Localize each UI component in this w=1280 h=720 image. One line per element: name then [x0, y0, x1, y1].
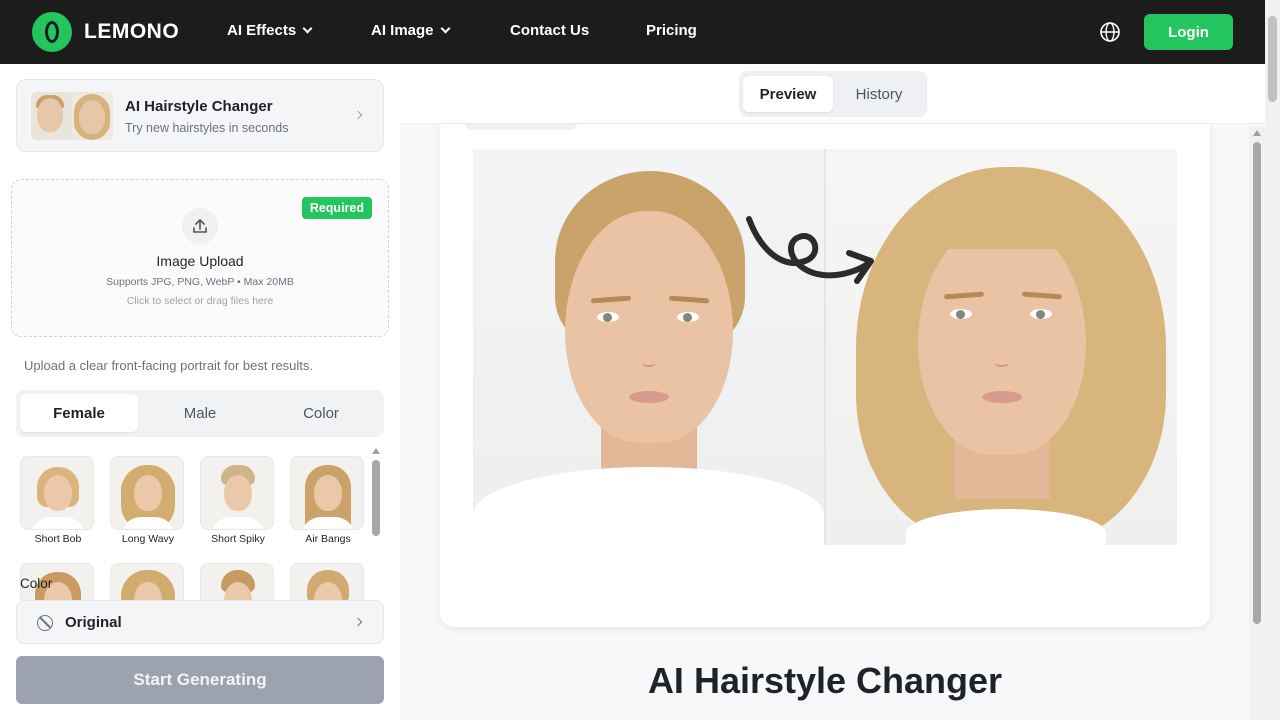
hairstyle-option[interactable]	[110, 563, 186, 600]
chevron-right-icon	[353, 110, 363, 120]
required-badge: Required	[301, 197, 372, 219]
after-portrait	[826, 149, 1177, 545]
preview-scrollbar-thumb[interactable]	[1253, 142, 1261, 624]
hairstyle-thumbnail	[200, 456, 274, 530]
hairstyle-thumbnail	[290, 563, 364, 600]
hairstyle-thumbnail	[110, 563, 184, 600]
preview-area: Preview History AI Hairstyle Changer	[400, 64, 1265, 720]
tool-thumbnail	[31, 92, 113, 140]
tool-title: AI Hairstyle Changer	[125, 98, 273, 115]
upload-tip: Upload a clear front-facing portrait for…	[24, 358, 314, 373]
before-portrait	[473, 149, 824, 545]
transform-arrow-icon	[746, 216, 874, 284]
hairstyle-scrollbar-thumb[interactable]	[372, 460, 380, 536]
image-upload-dropzone[interactable]: Required Image Upload Supports JPG, PNG,…	[11, 179, 389, 337]
hairstyle-label: Short Spiky	[211, 533, 265, 545]
chevron-down-icon	[302, 23, 313, 34]
nav-label: Pricing	[646, 22, 697, 39]
start-generating-button[interactable]: Start Generating	[16, 656, 384, 704]
hairstyle-option[interactable]: Air Bangs	[290, 456, 366, 545]
logo-icon	[32, 12, 72, 52]
hairstyle-scrollbar[interactable]	[372, 448, 380, 538]
hairstyle-thumbnail	[200, 563, 274, 600]
tab-female[interactable]: Female	[20, 394, 138, 432]
hairstyle-grid: Short Bob Long Wavy Short Spiky Air Bang…	[16, 452, 368, 600]
tab-preview[interactable]: Preview	[743, 76, 833, 112]
hairstyle-label: Short Bob	[34, 533, 82, 545]
upload-hint: Click to select or drag files here	[126, 295, 274, 307]
nav-label: AI Effects	[227, 22, 297, 39]
nav-contact-us[interactable]: Contact Us	[510, 22, 589, 39]
nav-ai-effects[interactable]: AI Effects	[227, 22, 313, 39]
tab-color[interactable]: Color	[262, 394, 380, 432]
scroll-up-arrow-icon[interactable]	[1253, 130, 1261, 136]
brand-name: LEMONO	[84, 20, 180, 43]
selected-color-label: Original	[65, 614, 122, 631]
hairstyle-thumbnail	[290, 456, 364, 530]
color-section-label: Color	[20, 576, 53, 591]
page-title: AI Hairstyle Changer	[647, 660, 1003, 701]
hairstyle-option[interactable]: Long Wavy	[110, 456, 186, 545]
globe-icon[interactable]	[1099, 21, 1121, 43]
login-button[interactable]: Login	[1144, 14, 1233, 50]
brand-logo[interactable]: LEMONO	[32, 12, 179, 52]
nav-label: AI Image	[371, 22, 434, 39]
chevron-down-icon	[440, 23, 450, 34]
hairstyle-option[interactable]: Short Bob	[20, 456, 96, 545]
hairstyle-label: Air Bangs	[305, 533, 351, 545]
style-category-tabs: Female Male Color	[16, 390, 384, 437]
left-panel: AI Hairstyle Changer Try new hairstyles …	[0, 64, 400, 720]
tab-history[interactable]: History	[834, 76, 924, 112]
scroll-up-arrow-icon[interactable]	[372, 448, 380, 454]
tool-subtitle: Try new hairstyles in seconds	[125, 121, 289, 135]
nav-ai-image[interactable]: AI Image	[371, 22, 450, 39]
hairstyle-option[interactable]	[290, 563, 366, 600]
nav-label: Contact Us	[510, 22, 590, 39]
hairstyle-option[interactable]: Short Spiky	[200, 456, 276, 545]
before-after-image	[473, 149, 1177, 545]
upload-formats: Supports JPG, PNG, WebP • Max 20MB	[106, 276, 294, 288]
hairstyle-thumbnail	[110, 456, 184, 530]
hairstyle-label: Long Wavy	[121, 533, 175, 545]
hair-color-selector[interactable]: Original	[16, 600, 384, 644]
top-navigation: LEMONO AI Effects AI Image Contact Us Pr…	[0, 0, 1265, 64]
preview-card	[440, 124, 1210, 627]
page-scrollbar-thumb[interactable]	[1268, 16, 1277, 102]
page-scrollbar[interactable]	[1265, 0, 1280, 720]
no-color-icon	[37, 615, 53, 631]
preview-scrollbar[interactable]	[1249, 126, 1265, 720]
nav-pricing[interactable]: Pricing	[646, 22, 697, 39]
preview-header: Preview History	[400, 64, 1265, 124]
tab-male[interactable]: Male	[141, 394, 259, 432]
chevron-right-icon	[353, 617, 363, 627]
upload-icon	[182, 208, 218, 244]
tool-selector-card[interactable]: AI Hairstyle Changer Try new hairstyles …	[16, 79, 384, 152]
upload-title: Image Upload	[156, 253, 244, 269]
hairstyle-thumbnail	[20, 456, 94, 530]
hairstyle-option[interactable]	[200, 563, 276, 600]
preview-tabs: Preview History	[739, 71, 927, 117]
